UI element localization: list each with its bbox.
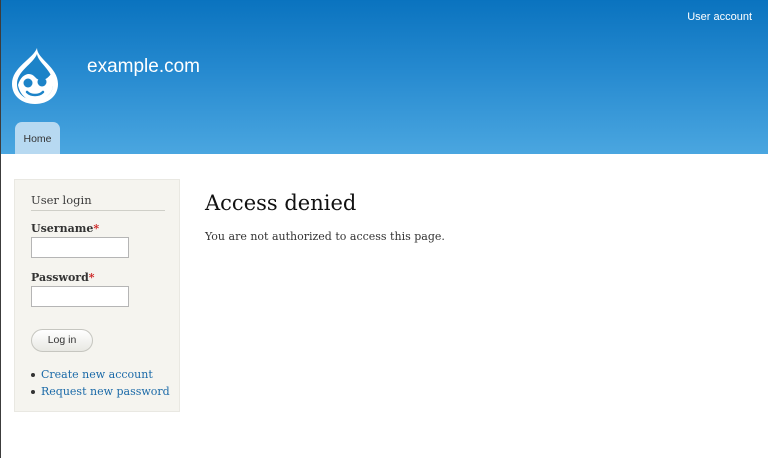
window-frame-edge	[0, 0, 1, 458]
username-label: Username*	[31, 222, 99, 235]
required-marker: *	[88, 271, 95, 284]
password-input[interactable]	[31, 286, 129, 307]
required-marker: *	[93, 222, 100, 235]
site-header: User account example.com Home	[0, 0, 768, 154]
login-block-title: User login	[31, 193, 165, 211]
login-links-list: Create new account Request new password	[31, 366, 170, 400]
create-new-account-link[interactable]: Create new account	[41, 368, 153, 381]
list-item: Request new password	[31, 383, 170, 400]
password-label: Password*	[31, 271, 95, 284]
access-denied-message: You are not authorized to access this pa…	[205, 230, 445, 243]
sidebar-login-block: User login Username* Password* Log in Cr…	[14, 179, 180, 412]
drupal-drop-logo-icon[interactable]	[10, 47, 60, 105]
log-in-button[interactable]: Log in	[31, 329, 93, 352]
username-input[interactable]	[31, 237, 129, 258]
username-label-text: Username	[31, 222, 94, 235]
user-account-link[interactable]: User account	[687, 11, 752, 23]
request-new-password-link[interactable]: Request new password	[41, 385, 170, 398]
site-name-link[interactable]: example.com	[87, 56, 200, 78]
bullet-icon	[31, 373, 35, 377]
page-title: Access denied	[205, 191, 357, 215]
list-item: Create new account	[31, 366, 170, 383]
bullet-icon	[31, 390, 35, 394]
password-label-text: Password	[31, 271, 89, 284]
tab-home[interactable]: Home	[15, 122, 60, 154]
